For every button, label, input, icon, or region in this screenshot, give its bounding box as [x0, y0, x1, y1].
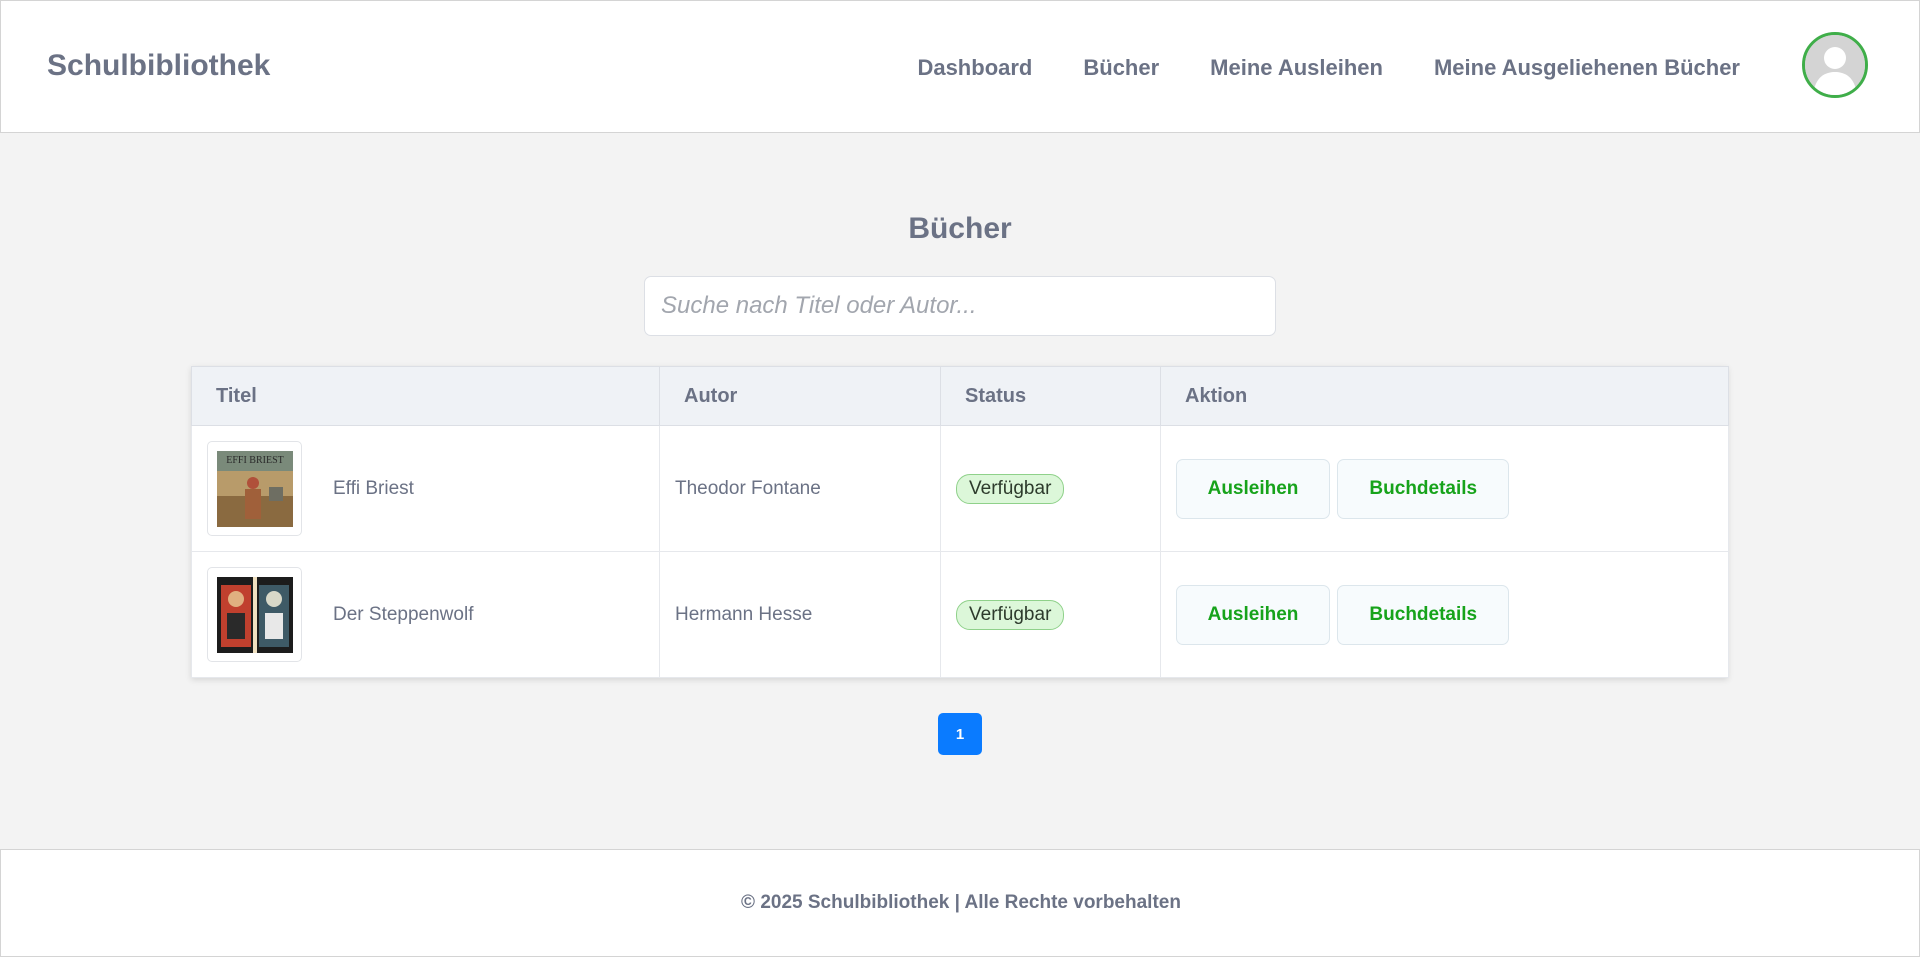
borrow-button[interactable]: Ausleihen	[1176, 458, 1330, 519]
status-badge: Verfügbar	[956, 599, 1065, 630]
book-title: Effi Briest	[333, 477, 414, 499]
top-navbar: Schulbibliothek Dashboard Bücher Meine A…	[0, 0, 1920, 133]
action-cell: Ausleihen Buchdetails	[1160, 551, 1729, 678]
brand-logo-text[interactable]: Schulbibliothek	[47, 49, 270, 83]
table-row: EFFI BRIEST Effi Briest Theodor Fontane …	[191, 425, 1729, 552]
main-nav: Dashboard Bücher Meine Ausleihen Meine A…	[917, 55, 1740, 81]
svg-text:EFFI BRIEST: EFFI BRIEST	[226, 455, 284, 466]
page-title: Bücher	[908, 212, 1012, 245]
title-cell: EFFI BRIEST Effi Briest	[191, 425, 660, 552]
footer-copyright: © 2025 Schulbibliothek | Alle Rechte vor…	[741, 892, 1181, 913]
table-row: Der Steppenwolf Hermann Hesse Verfügbar …	[191, 551, 1729, 678]
books-table: Titel Autor Status Aktion EFFI BRIEST Ef…	[191, 366, 1729, 678]
nav-my-lent-books[interactable]: Meine Ausgeliehenen Bücher	[1434, 55, 1740, 81]
column-header-action: Aktion	[1160, 366, 1729, 426]
pagination-page-button[interactable]: 1	[938, 713, 982, 755]
status-cell: Verfügbar	[940, 551, 1161, 678]
book-author: Theodor Fontane	[659, 425, 941, 552]
column-header-status: Status	[940, 366, 1161, 426]
book-title: Der Steppenwolf	[333, 603, 474, 625]
title-cell: Der Steppenwolf	[191, 551, 660, 678]
column-header-title: Titel	[191, 366, 660, 426]
footer: © 2025 Schulbibliothek | Alle Rechte vor…	[0, 849, 1920, 957]
column-header-author: Autor	[659, 366, 941, 426]
nav-books[interactable]: Bücher	[1083, 55, 1159, 81]
book-details-button[interactable]: Buchdetails	[1337, 458, 1510, 519]
status-cell: Verfügbar	[940, 425, 1161, 552]
book-cover-image	[207, 567, 302, 662]
status-badge: Verfügbar	[956, 473, 1065, 504]
nav-dashboard[interactable]: Dashboard	[917, 55, 1032, 81]
user-avatar-icon[interactable]	[1802, 32, 1868, 98]
book-author: Hermann Hesse	[659, 551, 941, 678]
book-details-button[interactable]: Buchdetails	[1337, 584, 1510, 645]
action-cell: Ausleihen Buchdetails	[1160, 425, 1729, 552]
nav-my-loans[interactable]: Meine Ausleihen	[1210, 55, 1383, 81]
table-header-row: Titel Autor Status Aktion	[191, 366, 1729, 426]
borrow-button[interactable]: Ausleihen	[1176, 584, 1330, 645]
search-input[interactable]	[644, 276, 1276, 336]
book-cover-image: EFFI BRIEST	[207, 441, 302, 536]
